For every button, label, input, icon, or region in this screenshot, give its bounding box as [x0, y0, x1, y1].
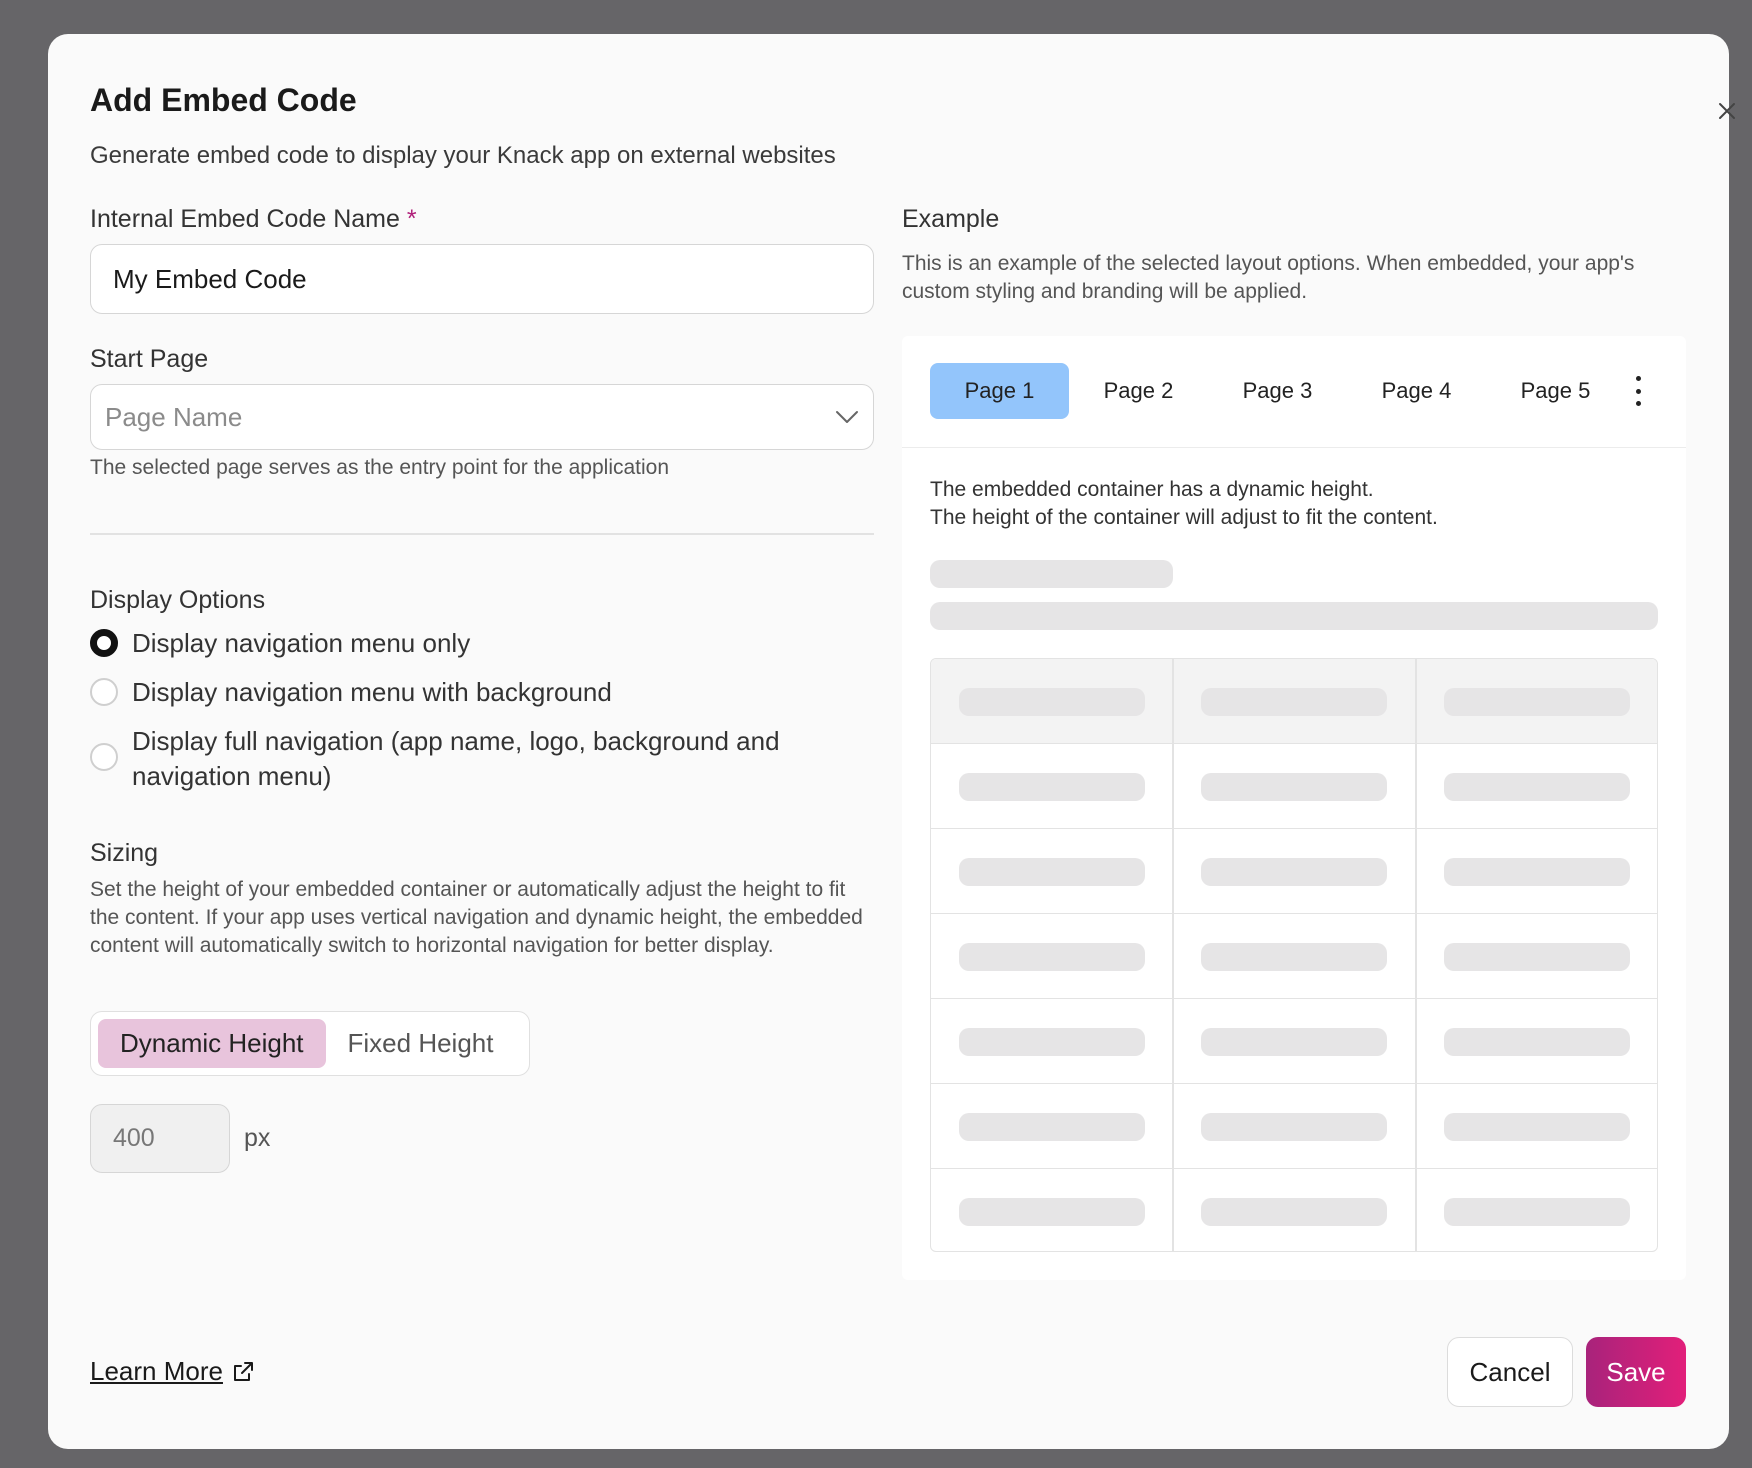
preview-tab-page-3[interactable]: Page 3	[1208, 363, 1347, 419]
skeleton-cell	[959, 1113, 1145, 1141]
radio-button-selected[interactable]	[90, 629, 118, 657]
dynamic-height-option[interactable]: Dynamic Height	[98, 1019, 326, 1068]
height-input[interactable]	[90, 1104, 230, 1173]
sizing-toggle: Dynamic Height Fixed Height	[90, 1011, 530, 1076]
skeleton-cell	[1201, 773, 1387, 801]
preview-tab-page-5[interactable]: Page 5	[1486, 363, 1625, 419]
save-button[interactable]: Save	[1586, 1337, 1686, 1407]
preview-nav: Page 1 Page 2 Page 3 Page 4 Page 5	[902, 336, 1686, 448]
sizing-description: Set the height of your embedded containe…	[90, 878, 863, 957]
table-row	[931, 829, 1657, 914]
skeleton-cell	[1444, 943, 1630, 971]
learn-more-text: Learn More	[90, 1356, 223, 1386]
table-row	[931, 744, 1657, 829]
skeleton-cell	[959, 1028, 1145, 1056]
skeleton-cell	[1444, 1113, 1630, 1141]
modal-subtitle: Generate embed code to display your Knac…	[90, 142, 836, 169]
required-marker: *	[406, 205, 417, 233]
column-divider	[1415, 659, 1417, 1251]
skeleton-cell	[1201, 688, 1387, 716]
skeleton-cell	[1201, 1198, 1387, 1226]
skeleton-cell	[1201, 1113, 1387, 1141]
start-page-hint: The selected page serves as the entry po…	[90, 456, 670, 479]
skeleton-cell	[1444, 773, 1630, 801]
column-divider	[1172, 659, 1174, 1251]
start-page-select[interactable]: Page Name	[90, 384, 874, 450]
skeleton-cell	[1201, 858, 1387, 886]
modal-title: Add Embed Code	[90, 82, 357, 118]
skeleton-cell	[959, 858, 1145, 886]
example-preview: Page 1 Page 2 Page 3 Page 4 Page 5 The e…	[902, 336, 1686, 1280]
preview-tab-page-2[interactable]: Page 2	[1069, 363, 1208, 419]
table-row	[931, 1169, 1657, 1251]
radio-label: Display full navigation (app name, logo,…	[132, 726, 780, 791]
skeleton-heading	[930, 560, 1173, 588]
skeleton-cell	[1444, 1198, 1630, 1226]
skeleton-table-header	[931, 659, 1657, 744]
section-divider	[90, 533, 874, 535]
name-label-text: Internal Embed Code Name	[90, 205, 400, 233]
skeleton-table	[930, 658, 1658, 1252]
skeleton-cell	[1444, 858, 1630, 886]
preview-text-line-1: The embedded container has a dynamic hei…	[930, 478, 1374, 501]
embed-name-input[interactable]	[90, 244, 874, 314]
radio-button[interactable]	[90, 743, 118, 771]
sizing-label: Sizing	[90, 839, 159, 867]
start-page-placeholder: Page Name	[105, 401, 243, 432]
height-unit: px	[244, 1124, 271, 1152]
learn-more-link[interactable]: Learn More	[90, 1356, 255, 1387]
fixed-height-option[interactable]: Fixed Height	[326, 1019, 516, 1068]
skeleton-cell	[1201, 943, 1387, 971]
name-label: Internal Embed Code Name *	[90, 205, 417, 234]
radio-nav-menu-only[interactable]: Display navigation menu only	[90, 626, 470, 661]
skeleton-line	[930, 602, 1658, 630]
table-row	[931, 999, 1657, 1084]
skeleton-cell	[959, 688, 1145, 716]
table-row	[931, 914, 1657, 999]
skeleton-cell	[1201, 1028, 1387, 1056]
add-embed-code-modal: Add Embed Code Generate embed code to di…	[48, 34, 1735, 1449]
radio-label: Display navigation menu with background	[132, 677, 612, 707]
modal-content: Add Embed Code Generate embed code to di…	[0, 0, 1752, 1468]
table-row	[931, 1084, 1657, 1169]
skeleton-cell	[1444, 1028, 1630, 1056]
start-page-label: Start Page	[90, 345, 209, 373]
skeleton-cell	[959, 773, 1145, 801]
example-title: Example	[902, 205, 1000, 233]
skeleton-cell	[959, 943, 1145, 971]
external-link-icon	[233, 1361, 253, 1381]
radio-full-navigation[interactable]: Display full navigation (app name, logo,…	[90, 724, 810, 794]
chevron-down-icon	[836, 411, 858, 423]
preview-text-line-2: The height of the container will adjust …	[930, 506, 1438, 529]
skeleton-cell	[959, 1198, 1145, 1226]
display-options-label: Display Options	[90, 586, 266, 614]
radio-label: Display navigation menu only	[132, 628, 471, 658]
preview-tab-page-4[interactable]: Page 4	[1347, 363, 1486, 419]
radio-nav-menu-background[interactable]: Display navigation menu with background	[90, 675, 612, 710]
example-description: This is an example of the selected layou…	[902, 252, 1635, 303]
cancel-button[interactable]: Cancel	[1447, 1337, 1573, 1407]
preview-text: The embedded container has a dynamic hei…	[930, 476, 1438, 532]
radio-button[interactable]	[90, 678, 118, 706]
more-vertical-icon[interactable]	[1626, 376, 1650, 406]
skeleton-cell	[1444, 688, 1630, 716]
preview-tab-page-1[interactable]: Page 1	[930, 363, 1069, 419]
